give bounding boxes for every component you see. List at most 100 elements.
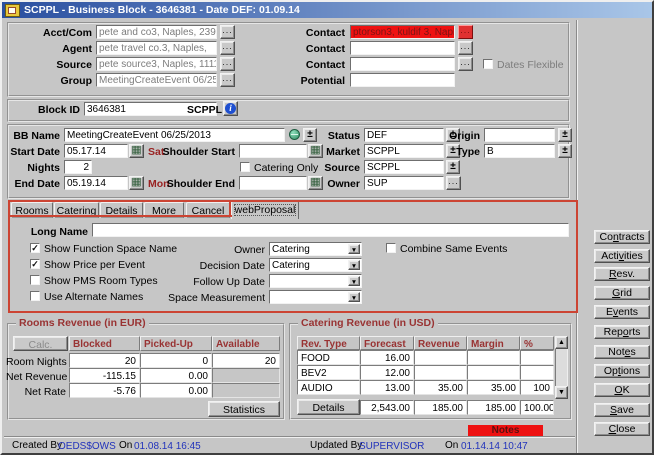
start-date-calendar-button[interactable]: ▦ <box>129 144 144 158</box>
block-id-label: Block ID <box>8 104 80 116</box>
contact-3-field[interactable] <box>350 57 455 71</box>
group-field[interactable]: MeetingCreateEvent 06/25/2013 <box>96 73 217 87</box>
scroll-down-icon[interactable]: ▼ <box>555 386 568 399</box>
catering-col-rev-type: Rev. Type <box>297 336 360 350</box>
owner-field[interactable]: SUP <box>364 176 444 190</box>
notes-button[interactable]: Notes <box>594 345 650 359</box>
contracts-button[interactable]: Contracts <box>594 230 650 244</box>
show-price-per-event-checkbox[interactable]: ✓ <box>30 259 40 269</box>
statistics-button[interactable]: Statistics <box>208 401 280 417</box>
proposal-owner-select[interactable]: Catering▼ <box>269 242 362 256</box>
close-button[interactable]: Close <box>594 422 650 436</box>
chevron-down-icon[interactable]: ▼ <box>348 276 360 286</box>
room-nights-pickedup-cell: 0 <box>140 353 212 368</box>
catering-row1-margin <box>467 350 520 365</box>
chevron-down-icon[interactable]: ▼ <box>348 292 360 302</box>
contact-3-label: Contact <box>262 59 345 71</box>
use-alternate-names-checkbox[interactable]: ✓ <box>30 291 40 301</box>
combine-same-events-label: Combine Same Events <box>400 243 507 255</box>
group-label: Group <box>8 75 92 87</box>
room-nights-blocked-cell: 20 <box>69 353 140 368</box>
reports-button[interactable]: Reports <box>594 325 650 339</box>
tab-webproposal[interactable]: webProposal <box>231 201 299 219</box>
tab-catering[interactable]: Catering <box>54 202 99 218</box>
activities-button[interactable]: Activities <box>594 249 650 263</box>
acct-com-label: Acct/Com <box>8 27 92 39</box>
ok-button[interactable]: OK <box>594 383 650 397</box>
info-button[interactable]: i <box>223 101 238 116</box>
show-function-space-name-checkbox[interactable]: ✓ <box>30 243 40 253</box>
info-icon: i <box>225 103 236 114</box>
catering-revenue-title: Catering Revenue (in USD) <box>298 318 438 329</box>
catering-only-checkbox[interactable]: ✓ <box>240 162 250 172</box>
type-label: Type <box>427 146 480 158</box>
contact-1-field[interactable]: ptorson3, kuldif 3, Naples, 3334446555 <box>350 25 455 39</box>
long-name-input[interactable] <box>92 223 569 237</box>
scroll-up-icon[interactable]: ▲ <box>555 336 568 349</box>
space-measurement-label: Space Measurement <box>147 292 265 304</box>
chevron-down-icon[interactable]: ▼ <box>348 244 360 254</box>
combine-same-events-checkbox[interactable]: ✓ <box>386 243 396 253</box>
catering-row3-revenue: 35.00 <box>414 380 467 395</box>
events-button[interactable]: Events <box>594 305 650 319</box>
details-button[interactable]: Details <box>297 399 360 415</box>
chevron-down-icon[interactable]: ▼ <box>348 260 360 270</box>
shoulder-end-label: Shoulder End <box>152 178 235 190</box>
contact-3-browse-button[interactable]: ... <box>458 57 473 71</box>
type-list-button[interactable]: ± <box>558 144 572 158</box>
follow-up-date-select[interactable]: ▼ <box>269 274 362 288</box>
shoulder-end-field[interactable] <box>239 176 307 190</box>
catering-row3-margin: 35.00 <box>467 380 520 395</box>
notes-lamp[interactable]: Notes <box>468 425 543 436</box>
nights-field[interactable]: 2 <box>64 160 92 174</box>
options-button[interactable]: Options <box>594 364 650 378</box>
tab-more[interactable]: More <box>144 202 184 218</box>
start-date-field[interactable]: 05.17.14 <box>64 144 128 158</box>
tab-cancel[interactable]: Cancel <box>186 202 230 218</box>
source-account-field[interactable]: pete source3, Naples, 1111111111 <box>96 57 217 71</box>
long-name-label: Long Name <box>8 226 88 238</box>
origin-field[interactable] <box>484 128 555 142</box>
acct-com-browse-button[interactable]: ... <box>220 25 235 39</box>
origin-label: Origin <box>427 130 480 142</box>
tab-rooms[interactable]: Rooms <box>11 202 53 218</box>
end-date-calendar-button[interactable]: ▦ <box>129 176 144 190</box>
resv-button[interactable]: Resv. <box>594 267 650 281</box>
dates-flexible-label: Dates Flexible <box>497 59 564 71</box>
window-title: SCPPL - Business Block - 3646381 - Date … <box>24 4 300 16</box>
origin-list-button[interactable]: ± <box>558 128 572 142</box>
acct-com-field[interactable]: pete and co3, Naples, 2394301212 <box>96 25 217 39</box>
created-by-label: Created By <box>12 440 62 451</box>
source-code-field[interactable]: SCPPL <box>364 160 444 174</box>
save-button[interactable]: Save <box>594 403 650 417</box>
owner-label: Owner <box>302 178 360 190</box>
group-browse-button[interactable]: ... <box>220 73 235 87</box>
owner-browse-button[interactable]: ... <box>446 176 461 190</box>
nights-label: Nights <box>8 162 60 174</box>
agent-field[interactable]: pete travel co.3, Naples, <box>96 41 217 55</box>
grid-button[interactable]: Grid <box>594 286 650 300</box>
shoulder-start-field[interactable] <box>239 144 307 158</box>
catering-row2-margin <box>467 365 520 380</box>
updated-on-value: 01.14.14 10:47 <box>461 441 528 452</box>
source-list-button[interactable]: ± <box>446 160 460 174</box>
contact-1-browse-button[interactable]: ... <box>458 25 473 39</box>
source-browse-button[interactable]: ... <box>220 57 235 71</box>
market-label: Market <box>302 146 360 158</box>
source-code-label: Source <box>302 162 360 174</box>
contact-2-browse-button[interactable]: ... <box>458 41 473 55</box>
catering-row3-type: AUDIO <box>297 380 360 395</box>
decision-date-select[interactable]: Catering▼ <box>269 258 362 272</box>
decision-date-label: Decision Date <box>147 260 265 272</box>
potential-field[interactable] <box>350 73 455 87</box>
show-pms-room-types-checkbox[interactable]: ✓ <box>30 275 40 285</box>
start-date-label: Start Date <box>8 146 60 158</box>
space-measurement-select[interactable]: ▼ <box>269 290 362 304</box>
tab-details[interactable]: Details <box>100 202 143 218</box>
end-date-field[interactable]: 05.19.14 <box>64 176 128 190</box>
bb-name-field[interactable]: MeetingCreateEvent 06/25/2013 <box>64 128 285 142</box>
type-field[interactable]: B <box>484 144 555 158</box>
agent-browse-button[interactable]: ... <box>220 41 235 55</box>
globe-icon[interactable] <box>289 129 300 140</box>
contact-2-field[interactable] <box>350 41 455 55</box>
